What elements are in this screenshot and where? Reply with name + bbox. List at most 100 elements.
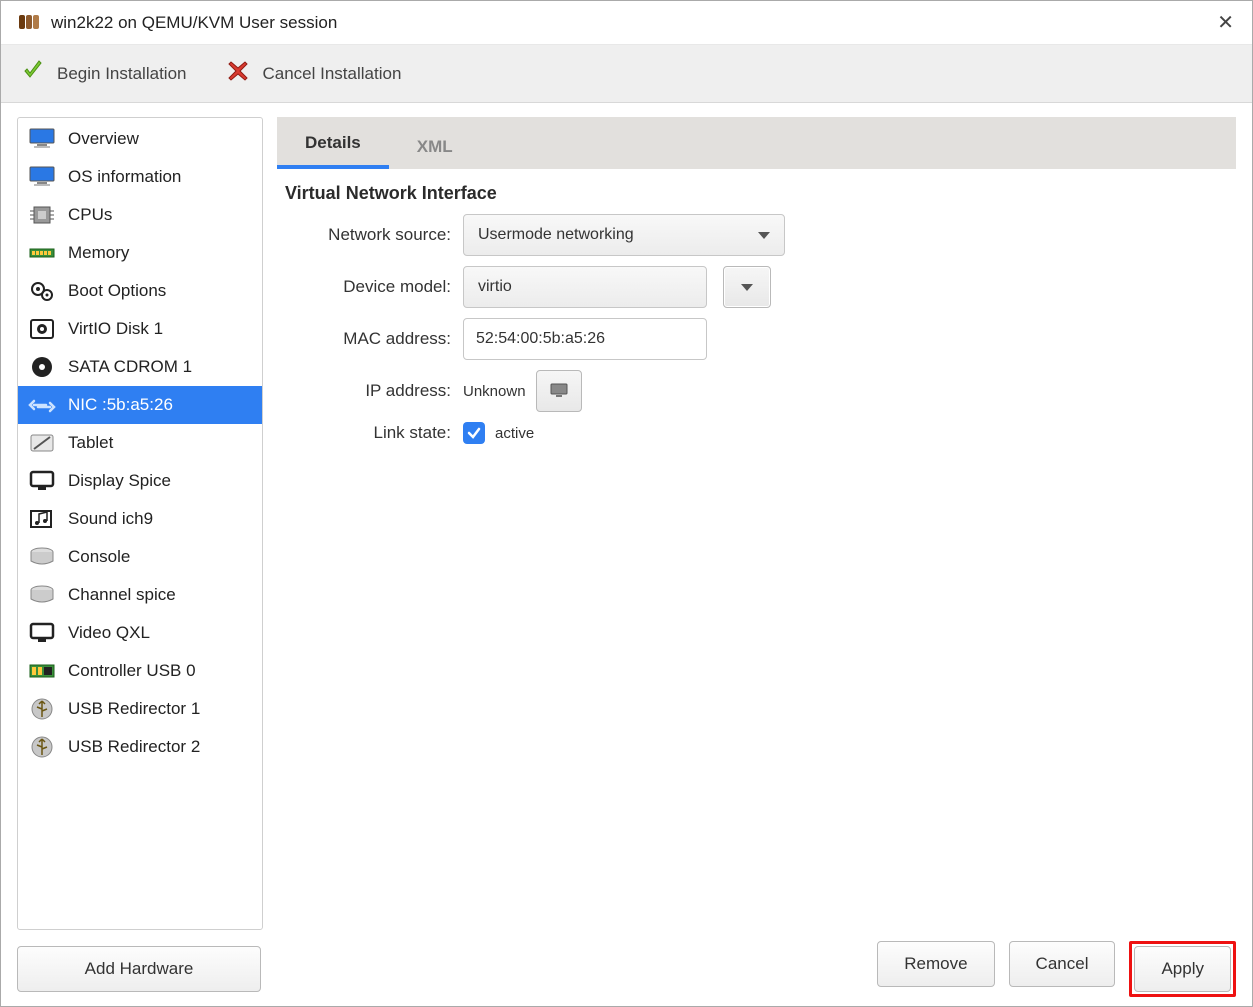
mac-address-value: 52:54:00:5b:a5:26 — [476, 330, 605, 348]
network-source-value: Usermode networking — [478, 226, 634, 244]
sidebar-item-nic[interactable]: NIC :5b:a5:26 — [18, 386, 262, 424]
usb-icon — [26, 734, 58, 760]
apply-button[interactable]: Apply — [1134, 946, 1231, 992]
mac-address-input[interactable]: 52:54:00:5b:a5:26 — [463, 318, 707, 360]
close-icon[interactable]: ✕ — [1217, 10, 1234, 35]
channel-icon — [26, 582, 58, 608]
memory-icon — [26, 240, 58, 266]
gears-icon — [26, 278, 58, 304]
monitor-icon — [26, 164, 58, 190]
sidebar-item-label: SATA CDROM 1 — [68, 357, 192, 377]
sidebar-item-label: NIC :5b:a5:26 — [68, 395, 173, 415]
tablet-icon — [26, 430, 58, 456]
cancel-button[interactable]: Cancel — [1009, 941, 1116, 987]
sidebar-item-channel-spice[interactable]: Channel spice — [18, 576, 262, 614]
sidebar-item-overview[interactable]: Overview — [18, 120, 262, 158]
sidebar-item-virtio-disk-1[interactable]: VirtIO Disk 1 — [18, 310, 262, 348]
tab-xml-label: XML — [417, 137, 453, 156]
checkmark-icon — [21, 59, 45, 88]
titlebar: win2k22 on QEMU/KVM User session ✕ — [1, 1, 1252, 45]
disk-icon — [26, 316, 58, 342]
sidebar-item-label: Controller USB 0 — [68, 661, 196, 681]
sidebar-item-os-information[interactable]: OS information — [18, 158, 262, 196]
link-state-checkbox[interactable] — [463, 422, 485, 444]
device-model-value: virtio — [478, 278, 512, 296]
usb-icon — [26, 696, 58, 722]
monitor-small-icon — [550, 383, 568, 399]
sidebar-item-label: VirtIO Disk 1 — [68, 319, 163, 339]
sidebar-item-label: OS information — [68, 167, 181, 187]
sidebar-item-memory[interactable]: Memory — [18, 234, 262, 272]
begin-installation-label: Begin Installation — [57, 64, 186, 84]
row-network-source: Network source: Usermode networking — [283, 214, 1228, 256]
sidebar-item-label: Boot Options — [68, 281, 166, 301]
link-state-label: active — [495, 425, 534, 442]
sound-icon — [26, 506, 58, 532]
cpu-icon — [26, 202, 58, 228]
sidebar-item-usb-redirector-2[interactable]: USB Redirector 2 — [18, 728, 262, 766]
sidebar-item-console[interactable]: Console — [18, 538, 262, 576]
tab-details-label: Details — [305, 133, 361, 152]
hardware-sidebar[interactable]: Overview OS information CPUs Memory — [17, 117, 263, 930]
sidebar-item-sound-ich9[interactable]: Sound ich9 — [18, 500, 262, 538]
sidebar-item-label: Channel spice — [68, 585, 176, 605]
sidebar-item-label: Sound ich9 — [68, 509, 153, 529]
apply-label: Apply — [1161, 959, 1204, 979]
begin-installation-button[interactable]: Begin Installation — [21, 59, 186, 88]
sidebar-item-boot-options[interactable]: Boot Options — [18, 272, 262, 310]
sidebar-item-display-spice[interactable]: Display Spice — [18, 462, 262, 500]
chevron-down-icon — [758, 232, 770, 239]
label-ip-address: IP address: — [283, 381, 463, 401]
add-hardware-label: Add Hardware — [85, 959, 194, 979]
ip-refresh-button[interactable] — [536, 370, 582, 412]
sidebar-item-tablet[interactable]: Tablet — [18, 424, 262, 462]
window-title: win2k22 on QEMU/KVM User session — [51, 13, 337, 33]
main-panel: Details XML Virtual Network Interface Ne… — [277, 117, 1236, 930]
nic-icon — [26, 392, 58, 418]
remove-label: Remove — [904, 954, 967, 974]
label-mac-address: MAC address: — [283, 329, 463, 349]
sidebar-item-label: Overview — [68, 129, 139, 149]
sidebar-item-label: CPUs — [68, 205, 112, 225]
label-network-source: Network source: — [283, 225, 463, 245]
sidebar-item-label: Console — [68, 547, 130, 567]
sidebar-item-controller-usb-0[interactable]: Controller USB 0 — [18, 652, 262, 690]
label-link-state: Link state: — [283, 423, 463, 443]
row-device-model: Device model: virtio — [283, 266, 1228, 308]
sidebar-item-video-qxl[interactable]: Video QXL — [18, 614, 262, 652]
tab-xml[interactable]: XML — [389, 123, 481, 169]
vm-config-window: win2k22 on QEMU/KVM User session ✕ Begin… — [0, 0, 1253, 1007]
apply-highlight: Apply — [1129, 941, 1236, 997]
install-toolbar: Begin Installation Cancel Installation — [1, 45, 1252, 103]
cancel-label: Cancel — [1036, 954, 1089, 974]
check-icon — [467, 426, 481, 440]
cdrom-icon — [26, 354, 58, 380]
device-model-dropdown-button[interactable] — [723, 266, 771, 308]
x-icon — [226, 59, 250, 88]
video-icon — [26, 620, 58, 646]
sidebar-item-usb-redirector-1[interactable]: USB Redirector 1 — [18, 690, 262, 728]
monitor-icon — [26, 126, 58, 152]
sidebar-item-label: Video QXL — [68, 623, 150, 643]
row-link-state: Link state: active — [283, 422, 1228, 444]
console-icon — [26, 544, 58, 570]
remove-button[interactable]: Remove — [877, 941, 994, 987]
sidebar-item-label: Display Spice — [68, 471, 171, 491]
label-device-model: Device model: — [283, 277, 463, 297]
tab-details[interactable]: Details — [277, 119, 389, 169]
sidebar-item-label: Memory — [68, 243, 129, 263]
sidebar-item-cpus[interactable]: CPUs — [18, 196, 262, 234]
virt-manager-icon — [19, 15, 41, 31]
details-panel: Virtual Network Interface Network source… — [277, 169, 1236, 930]
row-ip-address: IP address: Unknown — [283, 370, 1228, 412]
sidebar-item-sata-cdrom-1[interactable]: SATA CDROM 1 — [18, 348, 262, 386]
sidebar-item-label: Tablet — [68, 433, 113, 453]
device-model-combo[interactable]: virtio — [463, 266, 707, 308]
add-hardware-button[interactable]: Add Hardware — [17, 946, 261, 992]
chevron-down-icon — [741, 284, 753, 291]
cancel-installation-button[interactable]: Cancel Installation — [226, 59, 401, 88]
footer: Add Hardware Remove Cancel Apply — [1, 942, 1252, 1006]
row-mac-address: MAC address: 52:54:00:5b:a5:26 — [283, 318, 1228, 360]
panel-title: Virtual Network Interface — [285, 183, 1228, 204]
network-source-combo[interactable]: Usermode networking — [463, 214, 785, 256]
